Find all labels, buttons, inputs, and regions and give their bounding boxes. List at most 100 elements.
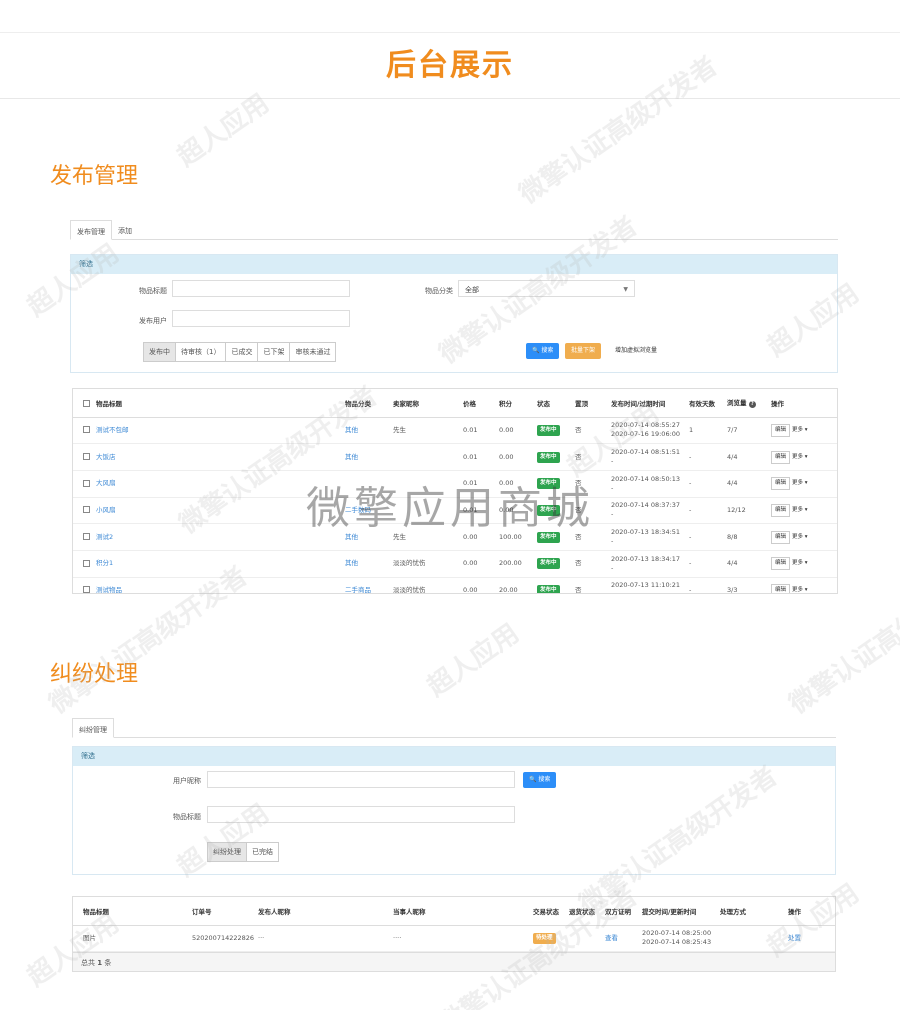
cell-category xyxy=(341,470,389,498)
category-link[interactable]: 其他 xyxy=(345,533,358,541)
dispute-search-label: 搜索 xyxy=(538,776,551,783)
category-link[interactable]: 二手数码 xyxy=(345,506,371,514)
col-dispute-title: 物品标题 xyxy=(73,897,188,926)
dispute-table-header: 物品标题 订单号 发布人昵称 当事人昵称 交易状态 退货状态 双方证明 提交时间… xyxy=(73,897,835,926)
publish-section-title: 发布管理 xyxy=(50,164,139,189)
dispute-filter-processing[interactable]: 纠纷处理 xyxy=(207,842,247,862)
cell-status: 发布中 xyxy=(533,577,571,593)
item-title-link[interactable]: 测试2 xyxy=(96,533,113,541)
cell-views: 4/4 xyxy=(723,470,767,498)
cell-seller xyxy=(389,470,459,498)
dispute-filter-finished[interactable]: 已完结 xyxy=(246,842,279,862)
cell-time: 2020-07-13 18:34:17- xyxy=(607,550,685,578)
cell-actions: 编辑 更多 ▾ xyxy=(767,577,837,593)
status-filter-offshelf[interactable]: 已下架 xyxy=(257,342,291,362)
cell-points: 200.00 xyxy=(495,550,533,578)
dispute-search-button[interactable]: 🔍 搜索 xyxy=(523,772,557,788)
search-icon: 🔍 xyxy=(532,347,540,354)
cell-actions: 编辑 更多 ▾ xyxy=(767,417,837,445)
status-badge: 发布中 xyxy=(537,504,560,516)
category-link[interactable]: 其他 xyxy=(345,426,358,434)
col-status: 状态 xyxy=(533,389,571,418)
row-checkbox[interactable] xyxy=(83,533,90,541)
item-category-value: 全部 xyxy=(465,286,479,294)
search-button-label: 搜索 xyxy=(541,347,554,354)
category-link[interactable]: 其他 xyxy=(345,453,358,461)
item-title-link[interactable]: 小风扇 xyxy=(96,506,116,514)
col-days: 有效天数 xyxy=(685,389,723,418)
tab-add[interactable]: 添加 xyxy=(112,220,138,239)
status-filter-sold[interactable]: 已成交 xyxy=(225,342,259,362)
user-nickname-input[interactable] xyxy=(207,771,515,788)
row-checkbox[interactable] xyxy=(83,479,90,487)
publish-panel: 发布管理 添加 筛选 物品标题 物品分类 全部 ▼ 发布用户 发布中 待审核（1… xyxy=(70,220,838,373)
item-title-link[interactable]: 大风扇 xyxy=(96,479,116,487)
cell-title: 积分1 xyxy=(73,550,341,578)
item-title-link[interactable]: 积分1 xyxy=(96,559,113,567)
status-filter-rejected[interactable]: 审核未通过 xyxy=(289,342,337,362)
status-filter-pending[interactable]: 待审核（1） xyxy=(175,342,227,362)
cell-seller xyxy=(389,443,459,471)
help-icon: ? xyxy=(748,401,756,409)
more-dropdown[interactable]: 更多 ▾ xyxy=(792,560,808,566)
item-title-link[interactable]: 大饭店 xyxy=(96,453,116,461)
table-row: 测试2 其他 先生 0.00 100.00 发布中否 2020-07-13 18:34:51… xyxy=(73,523,837,551)
publish-table: 物品标题 物品分类 卖家昵称 价格 积分 状态 置顶 发布时间/过期时间 有效天… xyxy=(72,388,838,594)
col-order: 订单号 xyxy=(188,897,255,926)
table-row: 测试物品 二手商品 淡淡的忧伤 0.00 20.00 发布中 否 2020-07-13 11:… xyxy=(73,577,837,593)
cell-top: 否 xyxy=(571,497,607,525)
more-dropdown[interactable]: 更多 ▾ xyxy=(792,454,808,460)
row-checkbox[interactable] xyxy=(83,559,90,567)
edit-button[interactable]: 编辑 xyxy=(771,583,791,593)
cell-price: 0.01 xyxy=(459,417,495,445)
search-button[interactable]: 🔍 搜索 xyxy=(526,343,560,359)
more-dropdown[interactable]: 更多 ▾ xyxy=(792,507,808,513)
edit-button[interactable]: 编辑 xyxy=(771,530,791,544)
item-title-link[interactable]: 测试不包邮 xyxy=(96,426,129,434)
cell-status: 发布中 xyxy=(533,470,571,498)
view-proof-link[interactable]: 查看 xyxy=(605,934,618,942)
cell-points: 0.00 xyxy=(495,417,533,445)
handle-link[interactable]: 处置 xyxy=(788,934,801,942)
row-checkbox[interactable] xyxy=(83,426,90,434)
cell-points: 0.00 xyxy=(495,443,533,471)
more-dropdown[interactable]: 更多 ▾ xyxy=(792,427,808,433)
category-link[interactable]: 二手商品 xyxy=(345,586,371,593)
tab-publish-manage[interactable]: 发布管理 xyxy=(70,220,112,240)
col-dispute-actions: 操作 xyxy=(784,897,835,926)
publish-table-header: 物品标题 物品分类 卖家昵称 价格 积分 状态 置顶 发布时间/过期时间 有效天… xyxy=(73,389,837,418)
more-dropdown[interactable]: 更多 ▾ xyxy=(792,534,808,540)
tab-dispute-manage[interactable]: 纠纷管理 xyxy=(72,718,114,738)
col-views: 浏览量 ? xyxy=(723,389,767,418)
cell-views: 4/4 xyxy=(723,550,767,578)
publisher-input[interactable] xyxy=(172,310,350,327)
category-link[interactable]: 其他 xyxy=(345,559,358,567)
select-all-checkbox[interactable] xyxy=(83,400,90,408)
cell-title: 小风扇 xyxy=(73,497,341,525)
item-title-input[interactable] xyxy=(172,280,350,297)
edit-button[interactable]: 编辑 xyxy=(771,557,791,571)
status-filter-publishing[interactable]: 发布中 xyxy=(143,342,176,362)
cell-category: 其他 xyxy=(341,443,389,471)
edit-button[interactable]: 编辑 xyxy=(771,450,791,464)
row-checkbox[interactable] xyxy=(83,506,90,514)
col-trade-status: 交易状态 xyxy=(529,897,566,926)
col-price: 价格 xyxy=(459,389,495,418)
edit-button[interactable]: 编辑 xyxy=(771,503,791,517)
edit-button[interactable]: 编辑 xyxy=(771,477,791,491)
item-category-select[interactable]: 全部 ▼ xyxy=(458,280,635,297)
dispute-title-input[interactable] xyxy=(207,806,515,823)
cell-days: - xyxy=(685,470,723,498)
row-checkbox[interactable] xyxy=(83,453,90,461)
cell-price: 0.00 xyxy=(459,550,495,578)
batch-offshelf-button[interactable]: 批量下架 xyxy=(565,343,602,359)
cell-category: 其他 xyxy=(341,523,389,551)
add-views-button[interactable]: 增加虚拟浏览量 xyxy=(609,343,664,359)
more-dropdown[interactable]: 更多 ▾ xyxy=(792,480,808,486)
cell-days: - xyxy=(685,550,723,578)
dispute-tabs: 纠纷管理 xyxy=(72,718,836,738)
more-dropdown[interactable]: 更多 ▾ xyxy=(792,587,808,593)
edit-button[interactable]: 编辑 xyxy=(771,423,791,437)
item-title-link[interactable]: 测试物品 xyxy=(96,586,122,593)
row-checkbox[interactable] xyxy=(83,586,90,593)
